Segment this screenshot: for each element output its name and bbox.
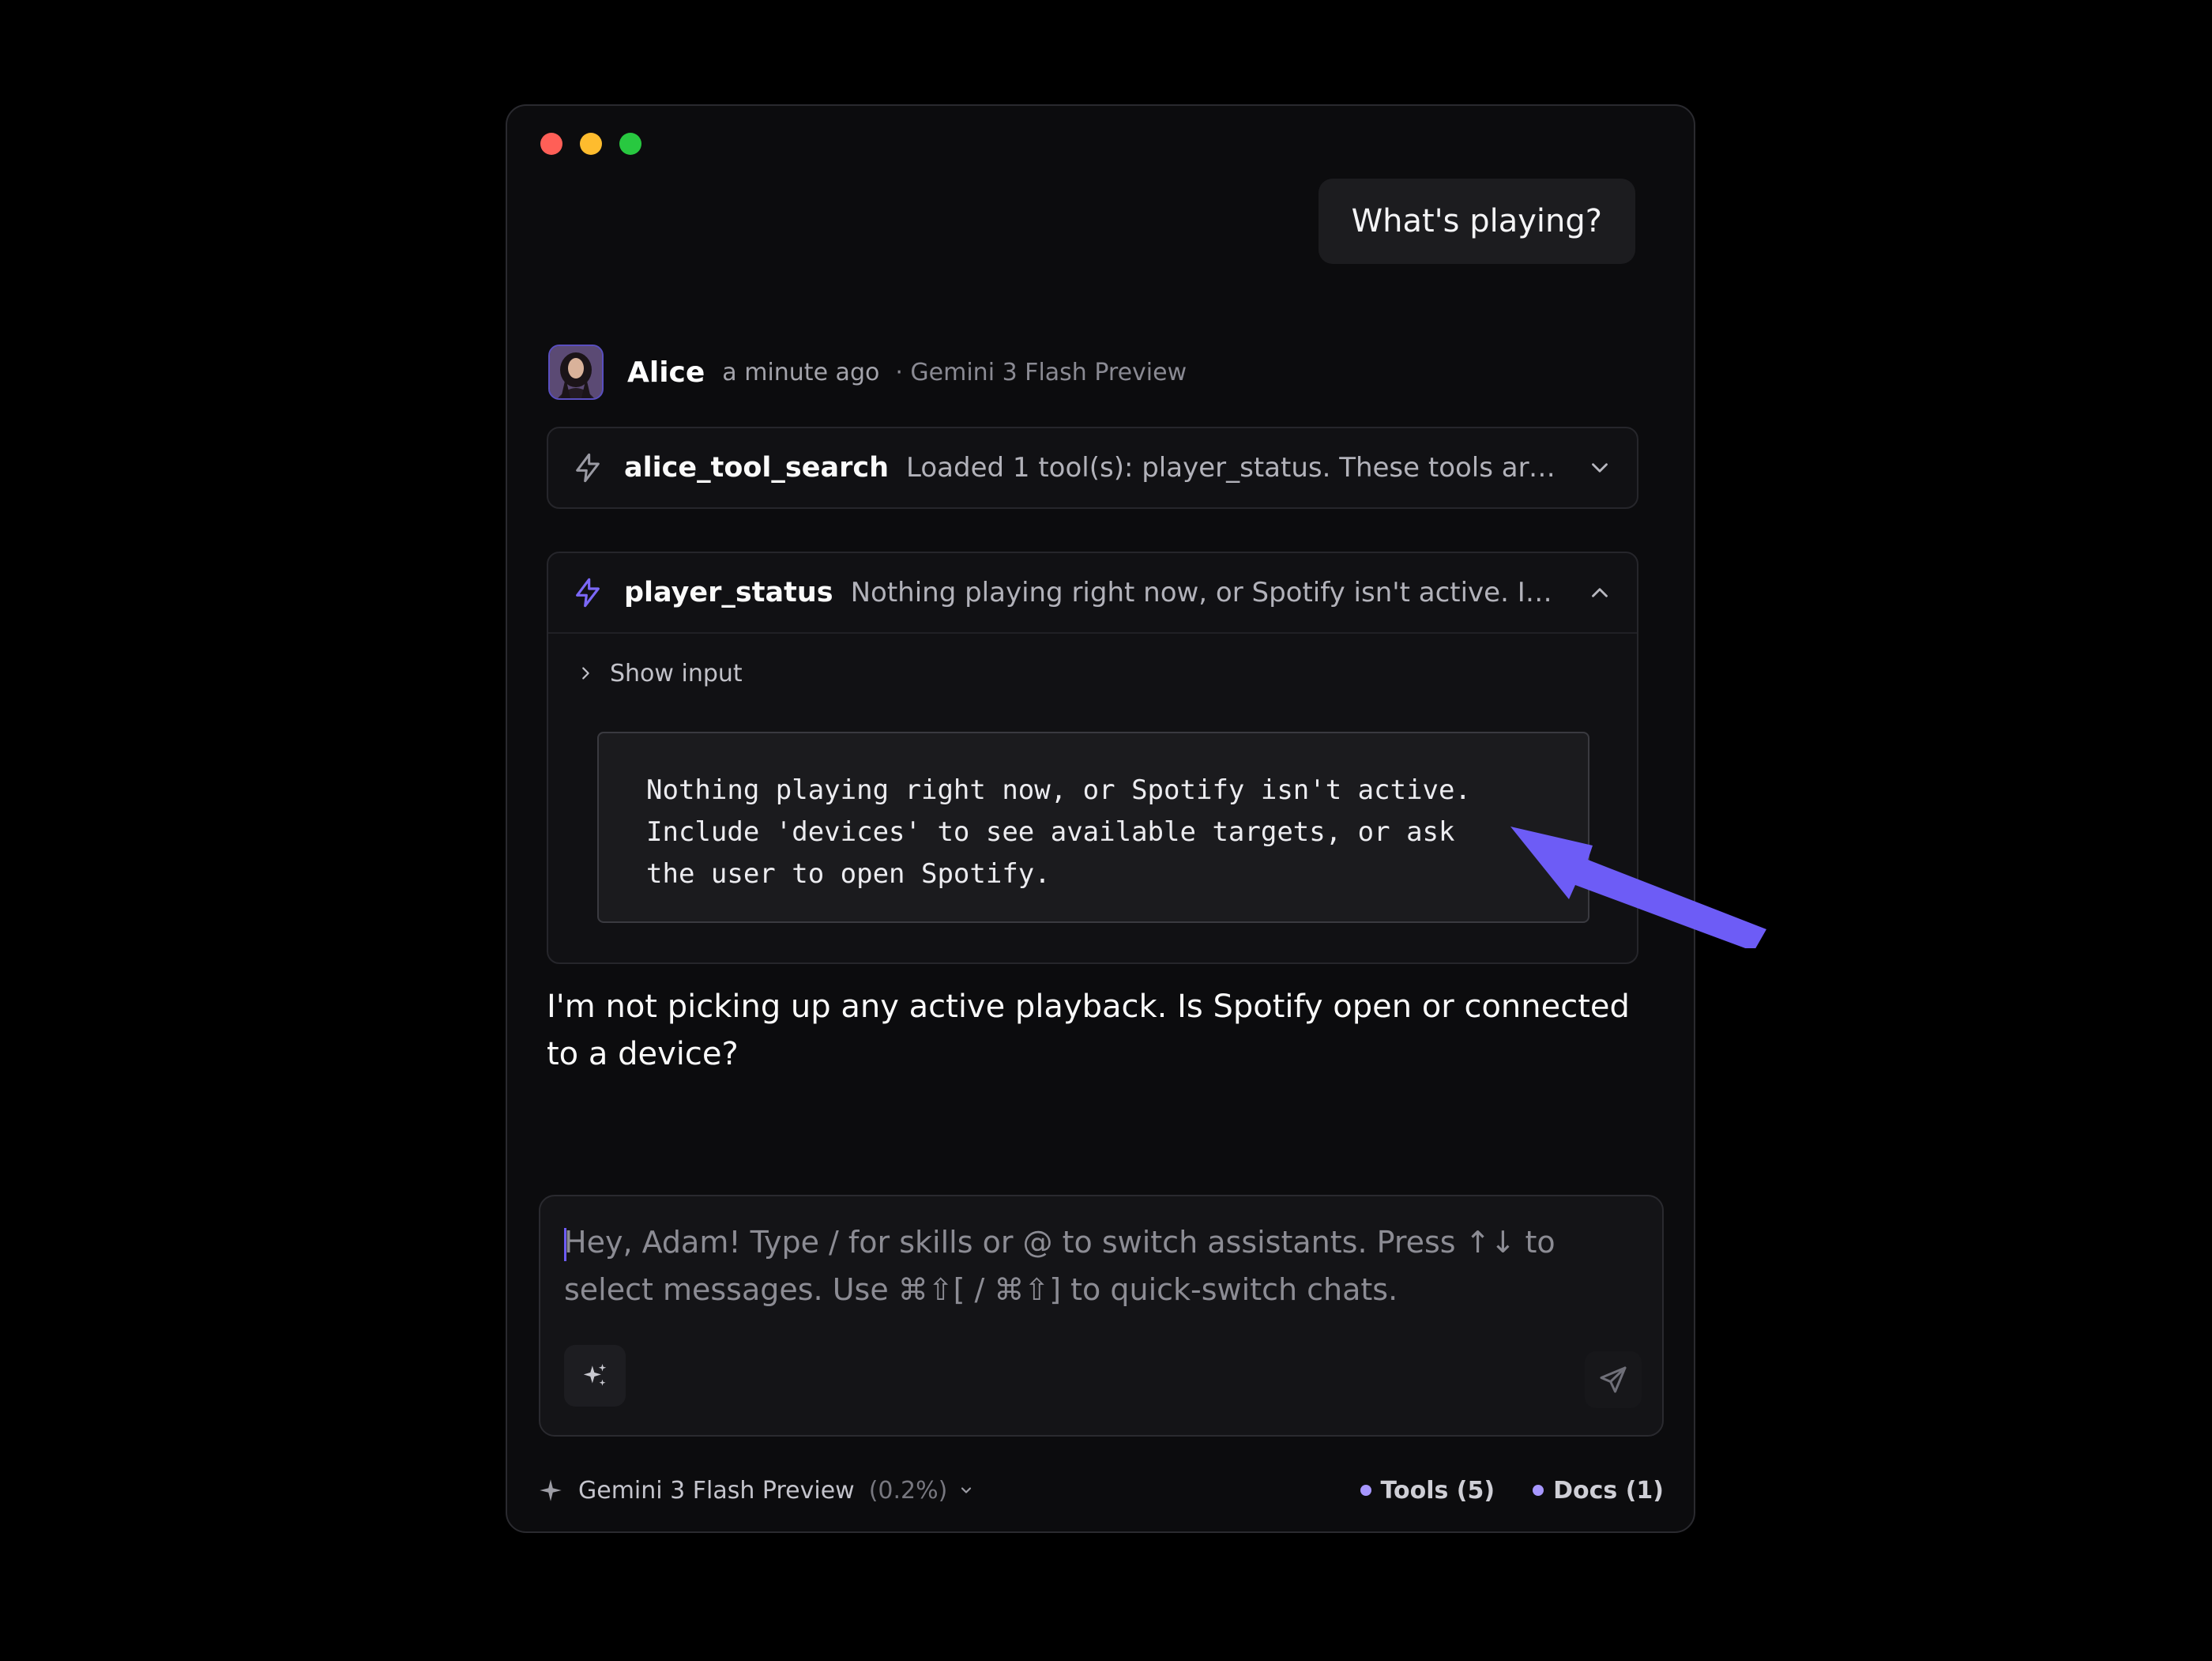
docs-label: Docs (1) [1553,1476,1664,1505]
star-icon [540,1479,562,1501]
tool-call-alice-tool-search[interactable]: alice_tool_search Loaded 1 tool(s): play… [547,427,1638,509]
lightning-bolt-icon [576,578,600,608]
text-caret [564,1228,566,1261]
assistant-header: Alice a minute ago · Gemini 3 Flash Prev… [548,343,1187,401]
tool-summary: Loaded 1 tool(s): player_status. These t… [906,452,1563,484]
tools-label: Tools (5) [1380,1476,1495,1505]
tool-output: Nothing playing right now, or Spotify is… [597,732,1589,923]
tool-summary: Nothing playing right now, or Spotify is… [850,577,1563,608]
sparkles-icon [583,1363,607,1386]
assistant-name: Alice [627,356,705,389]
status-dot [1360,1485,1371,1496]
skills-button[interactable] [564,1345,626,1407]
chevron-right-icon [582,667,589,680]
chevron-down-icon[interactable] [1586,454,1613,481]
message-model: · Gemini 3 Flash Preview [895,358,1187,386]
avatar [548,345,604,400]
model-selector[interactable]: Gemini 3 Flash Preview [578,1477,855,1505]
context-usage: (0.2%) [868,1476,948,1505]
tool-call-player-status: player_status Nothing playing right now,… [547,552,1638,964]
status-footer: Gemini 3 Flash Preview (0.2%) Tools (5) … [539,1467,1664,1514]
docs-toggle[interactable]: Docs (1) [1533,1477,1664,1505]
chevron-down-icon[interactable] [958,1482,974,1498]
tool-name: player_status [624,577,833,608]
show-input-toggle[interactable]: Show input [548,634,1637,713]
message-input[interactable] [564,1218,1615,1329]
chevron-up-icon[interactable] [1586,579,1613,606]
send-button[interactable] [1585,1351,1642,1408]
user-message: What's playing? [1318,179,1635,264]
lightning-bolt-icon [576,453,600,483]
tools-toggle[interactable]: Tools (5) [1360,1477,1495,1505]
chat-window: What's playing? Alice a minute ago · Gem… [506,104,1695,1533]
maximize-window-button[interactable] [619,133,641,155]
assistant-reply: I'm not picking up any active playback. … [547,989,1630,1072]
tool-header[interactable]: player_status Nothing playing right now,… [548,553,1637,632]
send-icon [1600,1366,1627,1393]
close-window-button[interactable] [540,133,562,155]
message-composer [539,1195,1664,1437]
message-timestamp: a minute ago [722,358,880,386]
show-input-label: Show input [610,659,743,687]
tool-name: alice_tool_search [624,452,890,484]
minimize-window-button[interactable] [580,133,602,155]
status-dot [1533,1485,1544,1496]
annotation-arrow [1510,827,1766,948]
